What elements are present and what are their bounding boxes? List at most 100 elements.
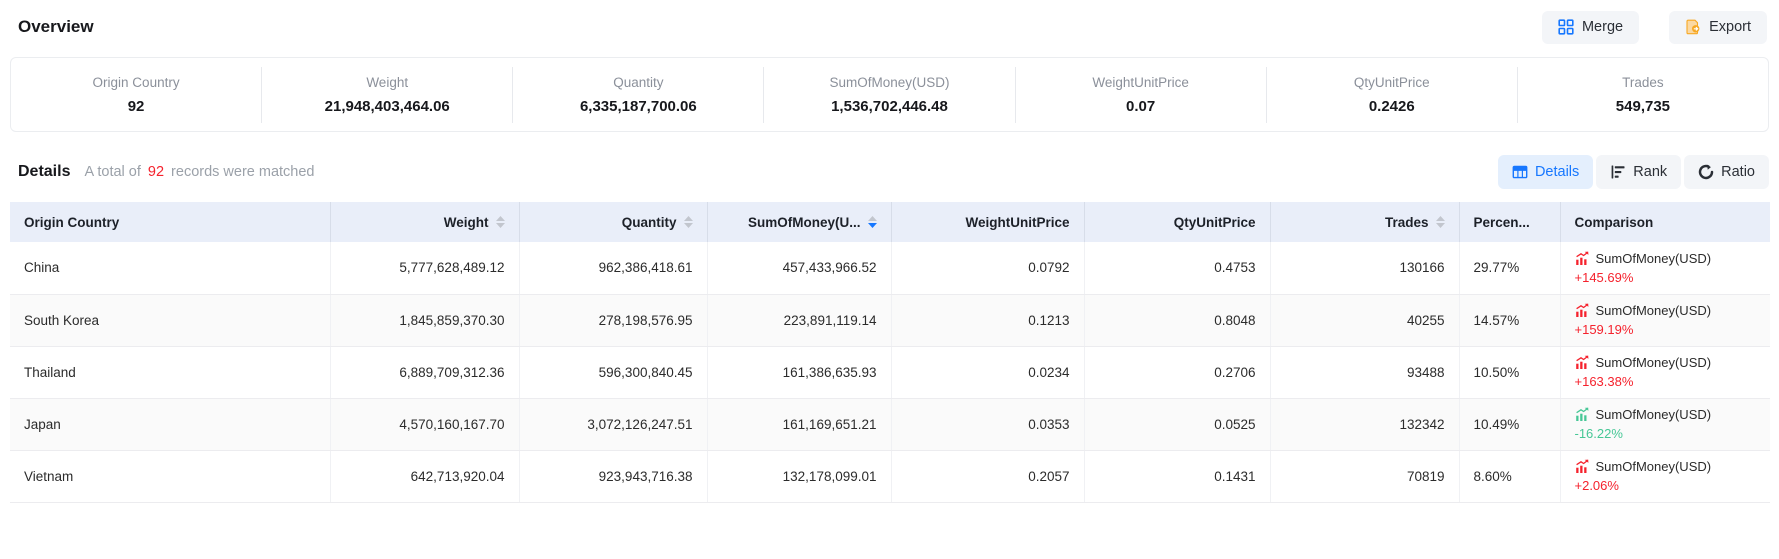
overview-stat-weightunitprice: WeightUnitPrice 0.07 <box>1016 67 1267 123</box>
details-header: Details A total of 92 records were match… <box>18 163 315 181</box>
comparison-metric: SumOfMoney(USD) <box>1575 407 1757 422</box>
cell-trades: 93488 <box>1270 346 1459 398</box>
comparison-metric: SumOfMoney(USD) <box>1575 355 1757 370</box>
cell-origin-country: South Korea <box>10 294 330 346</box>
column-header-content: QtyUnitPrice <box>1099 215 1256 230</box>
stat-label: WeightUnitPrice <box>1092 75 1189 90</box>
column-header-content: Weight <box>345 215 505 230</box>
cell-comparison: SumOfMoney(USD)+163.38% <box>1560 346 1770 398</box>
column-header-content: Comparison <box>1575 215 1757 230</box>
tab-label: Ratio <box>1721 164 1755 180</box>
table-row: South Korea1,845,859,370.30278,198,576.9… <box>10 294 1770 346</box>
cell-weight-unit-price: 0.0792 <box>891 242 1084 294</box>
column-label: Trades <box>1385 215 1429 230</box>
column-header-trades[interactable]: Trades <box>1270 202 1459 242</box>
cell-sum-of-money: 161,169,651.21 <box>707 398 891 450</box>
cell-weight: 5,777,628,489.12 <box>330 242 519 294</box>
sort-carets-icon <box>496 216 505 228</box>
overview-stat-trades: Trades549,735 <box>1518 67 1768 123</box>
export-button[interactable]: Export <box>1669 11 1767 44</box>
merge-button[interactable]: Merge <box>1542 11 1639 44</box>
comparison-metric: SumOfMoney(USD) <box>1575 251 1757 266</box>
cell-trades: 130166 <box>1270 242 1459 294</box>
tab-label: Details <box>1535 164 1579 180</box>
cell-qty-unit-price: 0.2706 <box>1084 346 1270 398</box>
cell-weight: 4,570,160,167.70 <box>330 398 519 450</box>
comparison-metric-label: SumOfMoney(USD) <box>1596 407 1712 422</box>
comparison-change: +2.06% <box>1575 478 1757 493</box>
details-icon <box>1512 164 1528 180</box>
column-label: Percen... <box>1474 215 1530 230</box>
table-row: Thailand6,889,709,312.36596,300,840.4516… <box>10 346 1770 398</box>
merge-icon <box>1558 19 1574 35</box>
cell-weight: 6,889,709,312.36 <box>330 346 519 398</box>
top-bar: Overview Merge Export <box>10 8 1769 46</box>
column-header-content: WeightUnitPrice <box>906 215 1070 230</box>
cell-quantity: 278,198,576.95 <box>519 294 707 346</box>
trend-up-icon <box>1575 303 1590 318</box>
comparison-metric-label: SumOfMoney(USD) <box>1596 303 1712 318</box>
cell-weight-unit-price: 0.0353 <box>891 398 1084 450</box>
tab-label: Rank <box>1633 164 1667 180</box>
overview-stat-weight: Weight21,948,403,464.06 <box>262 67 513 123</box>
column-header-sum-of-money[interactable]: SumOfMoney(U... <box>707 202 891 242</box>
stat-value: 92 <box>128 98 145 115</box>
page-title: Overview <box>18 17 94 37</box>
cell-qty-unit-price: 0.8048 <box>1084 294 1270 346</box>
sort-carets-icon <box>1436 216 1445 228</box>
cell-qty-unit-price: 0.4753 <box>1084 242 1270 294</box>
overview-stat-quantity: Quantity 6,335,187,700.06 <box>513 67 764 123</box>
sort-carets-icon <box>868 216 877 228</box>
cell-quantity: 596,300,840.45 <box>519 346 707 398</box>
stat-value: 1,536,702,446.48 <box>831 98 948 115</box>
column-header-weight[interactable]: Weight <box>330 202 519 242</box>
sort-carets-icon <box>684 216 693 228</box>
column-label: QtyUnitPrice <box>1174 215 1256 230</box>
stat-value: 6,335,187,700.06 <box>580 98 697 115</box>
cell-origin-country: China <box>10 242 330 294</box>
cell-quantity: 962,386,418.61 <box>519 242 707 294</box>
table-row: China5,777,628,489.12962,386,418.61457,4… <box>10 242 1770 294</box>
comparison-metric: SumOfMoney(USD) <box>1575 459 1757 474</box>
ratio-icon <box>1698 164 1714 180</box>
cell-weight-unit-price: 0.2057 <box>891 450 1084 502</box>
page: Overview Merge Export Origin Country92We… <box>0 0 1779 503</box>
stat-value: 0.07 <box>1126 98 1155 115</box>
matched-count: 92 <box>148 164 164 180</box>
tab-rank[interactable]: Rank <box>1596 155 1681 189</box>
cell-comparison: SumOfMoney(USD)+159.19% <box>1560 294 1770 346</box>
tab-details[interactable]: Details <box>1498 155 1593 189</box>
column-label: Comparison <box>1575 215 1654 230</box>
stat-label: Quantity <box>613 75 663 90</box>
matched-prefix: A total of <box>84 164 140 180</box>
trend-up-icon <box>1575 459 1590 474</box>
comparison-change: -16.22% <box>1575 426 1757 441</box>
column-header-content: Quantity <box>534 215 693 230</box>
column-header-content: Trades <box>1285 215 1445 230</box>
comparison-metric: SumOfMoney(USD) <box>1575 303 1757 318</box>
table-row: Japan4,570,160,167.703,072,126,247.51161… <box>10 398 1770 450</box>
stat-label: Weight <box>366 75 408 90</box>
column-header-quantity[interactable]: Quantity <box>519 202 707 242</box>
comparison-metric-label: SumOfMoney(USD) <box>1596 459 1712 474</box>
tab-ratio[interactable]: Ratio <box>1684 155 1769 189</box>
cell-quantity: 3,072,126,247.51 <box>519 398 707 450</box>
cell-origin-country: Vietnam <box>10 450 330 502</box>
stat-value: 549,735 <box>1616 98 1670 115</box>
data-table: Origin CountryWeightQuantitySumOfMoney(U… <box>10 202 1770 503</box>
cell-percentage: 29.77% <box>1459 242 1560 294</box>
cell-trades: 70819 <box>1270 450 1459 502</box>
merge-button-label: Merge <box>1582 19 1623 35</box>
cell-qty-unit-price: 0.0525 <box>1084 398 1270 450</box>
cell-percentage: 10.50% <box>1459 346 1560 398</box>
cell-quantity: 923,943,716.38 <box>519 450 707 502</box>
details-bar: Details A total of 92 records were match… <box>10 154 1769 190</box>
stat-label: QtyUnitPrice <box>1354 75 1430 90</box>
rank-icon <box>1610 164 1626 180</box>
cell-percentage: 10.49% <box>1459 398 1560 450</box>
cell-weight-unit-price: 0.1213 <box>891 294 1084 346</box>
view-switcher: Details Rank Ratio <box>1498 155 1769 189</box>
comparison-metric-label: SumOfMoney(USD) <box>1596 251 1712 266</box>
cell-comparison: SumOfMoney(USD) +2.06% <box>1560 450 1770 502</box>
details-title: Details <box>18 163 70 181</box>
